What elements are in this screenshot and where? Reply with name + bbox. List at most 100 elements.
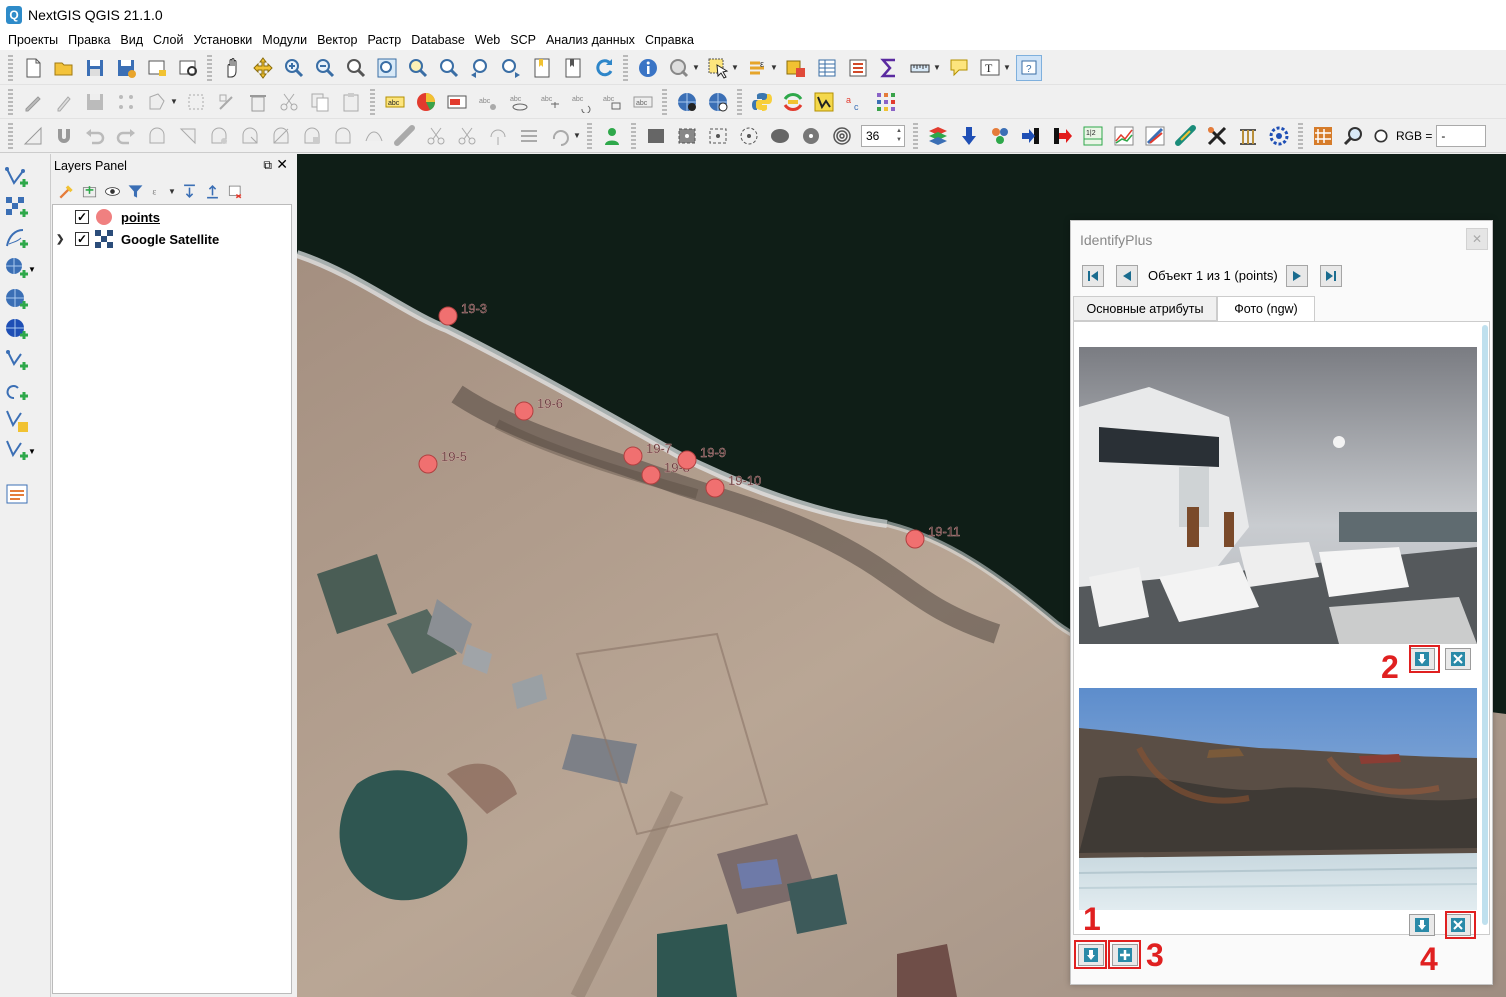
menu-scp[interactable]: SCP xyxy=(505,30,541,50)
notes-icon[interactable] xyxy=(4,480,38,508)
menu-help[interactable]: Справка xyxy=(640,30,699,50)
menu-plugins[interactable]: Модули xyxy=(257,30,312,50)
change-label-icon[interactable]: abc xyxy=(599,89,625,115)
dropdown-arrow-icon[interactable]: ▼ xyxy=(933,63,941,72)
scp-spiral-icon[interactable] xyxy=(829,123,855,149)
attribute-table-icon[interactable] xyxy=(814,55,840,81)
add-raster-layer-icon[interactable] xyxy=(4,194,38,222)
digitize-shape-icon[interactable] xyxy=(20,123,46,149)
menu-view[interactable]: Вид xyxy=(115,30,148,50)
dropdown-arrow-icon[interactable]: ▼ xyxy=(731,63,739,72)
remove-layer-icon[interactable] xyxy=(226,181,246,201)
menu-edit[interactable]: Правка xyxy=(63,30,115,50)
new-bookmark-icon[interactable] xyxy=(529,55,555,81)
first-object-button[interactable] xyxy=(1082,265,1104,287)
advanced-edit-7-icon[interactable] xyxy=(330,123,356,149)
select-features-icon[interactable] xyxy=(705,55,731,81)
zoom-to-selection-icon[interactable] xyxy=(405,55,431,81)
measure-icon[interactable] xyxy=(907,55,933,81)
toggle-editing-icon[interactable] xyxy=(51,89,77,115)
cut-features-icon[interactable] xyxy=(276,89,302,115)
map-point[interactable] xyxy=(418,454,438,474)
identify-plus-icon[interactable] xyxy=(666,55,692,81)
delete-photo-button[interactable] xyxy=(1445,648,1471,670)
map-point[interactable] xyxy=(905,529,925,549)
scp-scatter-plot-icon[interactable] xyxy=(1142,123,1168,149)
pin-label-icon[interactable]: abc xyxy=(475,89,501,115)
scp-band-set-icon[interactable] xyxy=(925,123,951,149)
photo-cliff-shore[interactable] xyxy=(1079,688,1477,910)
dropdown-arrow-icon[interactable]: ▼ xyxy=(168,187,176,196)
redo-icon[interactable] xyxy=(113,123,139,149)
menu-layer[interactable]: Слой xyxy=(148,30,188,50)
identify-icon[interactable] xyxy=(635,55,661,81)
rotate-label-icon[interactable]: abc xyxy=(568,89,594,115)
rgb-combobox[interactable]: - xyxy=(1436,124,1487,147)
snapping-icon[interactable] xyxy=(51,123,77,149)
scp-radio-icon[interactable] xyxy=(1372,123,1390,149)
filter-by-expression-icon[interactable]: ε xyxy=(149,181,169,201)
processing-icon[interactable] xyxy=(780,89,806,115)
zoom-in-icon[interactable] xyxy=(281,55,307,81)
modify-attributes-icon[interactable] xyxy=(214,89,240,115)
delete-selected-icon[interactable] xyxy=(245,89,271,115)
scp-spectral-plot-icon[interactable] xyxy=(1111,123,1137,149)
tab-photo-ngw[interactable]: Фото (ngw) xyxy=(1217,296,1315,321)
nextgis-search-icon[interactable] xyxy=(705,89,731,115)
zoom-next-icon[interactable] xyxy=(498,55,524,81)
map-point[interactable] xyxy=(641,465,661,485)
save-as-icon[interactable] xyxy=(113,55,139,81)
menu-vector[interactable]: Вектор xyxy=(312,30,362,50)
label-tool-icon[interactable]: abc xyxy=(382,89,408,115)
map-tips-icon[interactable] xyxy=(946,55,972,81)
scp-batch-icon[interactable] xyxy=(1173,123,1199,149)
save-project-icon[interactable] xyxy=(82,55,108,81)
undo-icon[interactable] xyxy=(82,123,108,149)
menu-raster[interactable]: Растр xyxy=(362,30,406,50)
close-icon[interactable]: ✕ xyxy=(1466,228,1488,250)
highlight-label-icon[interactable] xyxy=(444,89,470,115)
manage-visibility-icon[interactable] xyxy=(103,181,123,201)
map-point[interactable] xyxy=(705,478,725,498)
add-delimited-text-icon[interactable] xyxy=(4,347,38,375)
split-features-icon[interactable] xyxy=(423,123,449,149)
close-panel-icon[interactable]: ✕ xyxy=(276,156,288,173)
gps-icon[interactable] xyxy=(599,123,625,149)
collapse-all-icon[interactable] xyxy=(203,181,223,201)
label-settings-icon[interactable]: abc xyxy=(630,89,656,115)
zoom-out-icon[interactable] xyxy=(312,55,338,81)
nextgis-toolbox-icon[interactable] xyxy=(811,89,837,115)
dropdown-arrow-icon[interactable]: ▼ xyxy=(1003,63,1011,72)
deselect-icon[interactable] xyxy=(783,55,809,81)
scp-settings-icon[interactable] xyxy=(1204,123,1230,149)
map-point[interactable] xyxy=(623,446,643,466)
field-calculator-icon[interactable] xyxy=(845,55,871,81)
scp-circle-icon[interactable] xyxy=(736,123,762,149)
split-parts-icon[interactable] xyxy=(454,123,480,149)
scp-user-manual-icon[interactable] xyxy=(1235,123,1261,149)
grid-plugin-icon[interactable] xyxy=(873,89,899,115)
scp-import-icon[interactable] xyxy=(1018,123,1044,149)
current-edits-icon[interactable] xyxy=(20,89,46,115)
add-wms-layer-icon[interactable]: ▼ xyxy=(4,255,38,283)
show-hide-label-icon[interactable]: abc xyxy=(506,89,532,115)
dropdown-arrow-icon[interactable]: ▼ xyxy=(170,97,178,106)
add-vector-layer-icon[interactable] xyxy=(4,164,38,192)
text-annotation-icon[interactable]: T xyxy=(977,55,1003,81)
add-mesh-layer-icon[interactable] xyxy=(4,225,38,253)
advanced-edit-4-icon[interactable] xyxy=(237,123,263,149)
add-polygon-icon[interactable] xyxy=(144,89,170,115)
advanced-edit-1-icon[interactable] xyxy=(144,123,170,149)
scp-roi-icon[interactable] xyxy=(674,123,700,149)
add-virtual-layer-icon[interactable] xyxy=(4,377,38,405)
reshape-icon[interactable] xyxy=(361,123,387,149)
scp-zoom-roi-icon[interactable] xyxy=(1341,123,1367,149)
add-wfs-layer-icon[interactable] xyxy=(4,286,38,314)
next-object-button[interactable] xyxy=(1286,265,1308,287)
add-point-icon[interactable] xyxy=(113,89,139,115)
layer-row-google-satellite[interactable]: ❯ ✓ Google Satellite xyxy=(56,228,219,250)
pan-icon[interactable] xyxy=(219,55,245,81)
menu-data-analysis[interactable]: Анализ данных xyxy=(541,30,640,50)
map-point[interactable] xyxy=(438,306,458,326)
previous-object-button[interactable] xyxy=(1116,265,1138,287)
